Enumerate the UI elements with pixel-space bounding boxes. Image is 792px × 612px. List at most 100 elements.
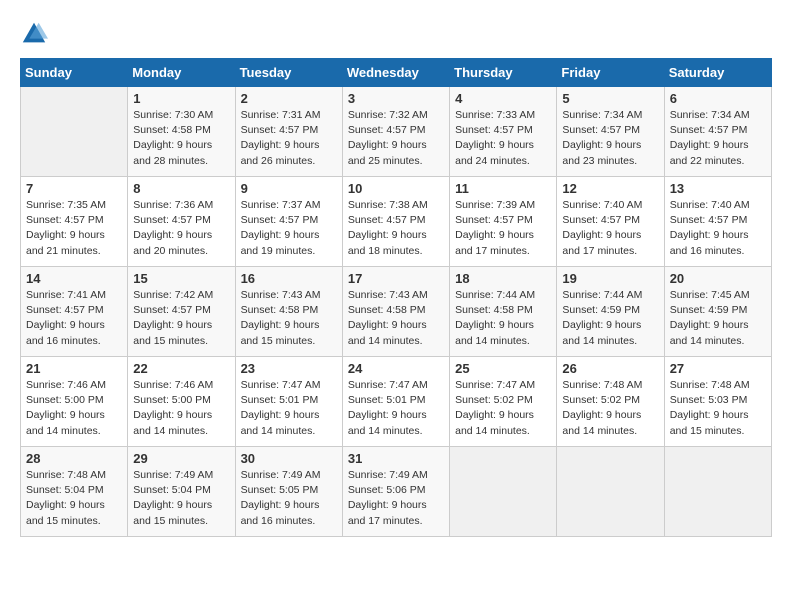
day-number: 18 [455, 271, 551, 286]
calendar-cell: 15 Sunrise: 7:42 AM Sunset: 4:57 PM Dayli… [128, 267, 235, 357]
day-number: 15 [133, 271, 229, 286]
day-info: Sunrise: 7:30 AM Sunset: 4:58 PM Dayligh… [133, 108, 229, 169]
calendar-header-tuesday: Tuesday [235, 59, 342, 87]
day-info: Sunrise: 7:44 AM Sunset: 4:59 PM Dayligh… [562, 288, 658, 349]
day-info: Sunrise: 7:40 AM Sunset: 4:57 PM Dayligh… [562, 198, 658, 259]
day-info: Sunrise: 7:41 AM Sunset: 4:57 PM Dayligh… [26, 288, 122, 349]
day-info: Sunrise: 7:47 AM Sunset: 5:01 PM Dayligh… [241, 378, 337, 439]
day-info: Sunrise: 7:33 AM Sunset: 4:57 PM Dayligh… [455, 108, 551, 169]
page-header [20, 20, 772, 48]
calendar-week-row: 28 Sunrise: 7:48 AM Sunset: 5:04 PM Dayli… [21, 447, 772, 537]
calendar-cell: 28 Sunrise: 7:48 AM Sunset: 5:04 PM Dayli… [21, 447, 128, 537]
calendar-cell: 14 Sunrise: 7:41 AM Sunset: 4:57 PM Dayli… [21, 267, 128, 357]
calendar-cell: 24 Sunrise: 7:47 AM Sunset: 5:01 PM Dayli… [342, 357, 449, 447]
day-number: 22 [133, 361, 229, 376]
calendar-body: 1Sunrise: 7:30 AM Sunset: 4:58 PM Daylig… [21, 87, 772, 537]
day-info: Sunrise: 7:49 AM Sunset: 5:06 PM Dayligh… [348, 468, 444, 529]
day-number: 2 [241, 91, 337, 106]
calendar-header-friday: Friday [557, 59, 664, 87]
day-info: Sunrise: 7:48 AM Sunset: 5:04 PM Dayligh… [26, 468, 122, 529]
calendar-cell: 5 Sunrise: 7:34 AM Sunset: 4:57 PM Daylig… [557, 87, 664, 177]
calendar-cell: 3Sunrise: 7:32 AM Sunset: 4:57 PM Daylig… [342, 87, 449, 177]
day-info: Sunrise: 7:48 AM Sunset: 5:03 PM Dayligh… [670, 378, 766, 439]
calendar-header-thursday: Thursday [450, 59, 557, 87]
calendar-week-row: 14 Sunrise: 7:41 AM Sunset: 4:57 PM Dayli… [21, 267, 772, 357]
day-number: 16 [241, 271, 337, 286]
logo [20, 20, 52, 48]
day-number: 26 [562, 361, 658, 376]
day-info: Sunrise: 7:43 AM Sunset: 4:58 PM Dayligh… [348, 288, 444, 349]
calendar-cell: 6 Sunrise: 7:34 AM Sunset: 4:57 PM Daylig… [664, 87, 771, 177]
day-number: 7 [26, 181, 122, 196]
day-number: 14 [26, 271, 122, 286]
day-info: Sunrise: 7:36 AM Sunset: 4:57 PM Dayligh… [133, 198, 229, 259]
calendar-cell: 13 Sunrise: 7:40 AM Sunset: 4:57 PM Dayli… [664, 177, 771, 267]
day-number: 23 [241, 361, 337, 376]
calendar-cell: 4 Sunrise: 7:33 AM Sunset: 4:57 PM Daylig… [450, 87, 557, 177]
day-info: Sunrise: 7:49 AM Sunset: 5:05 PM Dayligh… [241, 468, 337, 529]
day-number: 20 [670, 271, 766, 286]
day-info: Sunrise: 7:39 AM Sunset: 4:57 PM Dayligh… [455, 198, 551, 259]
calendar-cell [21, 87, 128, 177]
day-number: 21 [26, 361, 122, 376]
day-number: 10 [348, 181, 444, 196]
day-number: 17 [348, 271, 444, 286]
calendar-cell: 17 Sunrise: 7:43 AM Sunset: 4:58 PM Dayli… [342, 267, 449, 357]
calendar-cell: 16 Sunrise: 7:43 AM Sunset: 4:58 PM Dayli… [235, 267, 342, 357]
day-info: Sunrise: 7:35 AM Sunset: 4:57 PM Dayligh… [26, 198, 122, 259]
day-info: Sunrise: 7:43 AM Sunset: 4:58 PM Dayligh… [241, 288, 337, 349]
calendar-cell: 21 Sunrise: 7:46 AM Sunset: 5:00 PM Dayli… [21, 357, 128, 447]
calendar-header-row: SundayMondayTuesdayWednesdayThursdayFrid… [21, 59, 772, 87]
day-number: 30 [241, 451, 337, 466]
calendar-cell: 26 Sunrise: 7:48 AM Sunset: 5:02 PM Dayli… [557, 357, 664, 447]
day-info: Sunrise: 7:44 AM Sunset: 4:58 PM Dayligh… [455, 288, 551, 349]
calendar-cell: 20Sunrise: 7:45 AM Sunset: 4:59 PM Dayli… [664, 267, 771, 357]
day-info: Sunrise: 7:46 AM Sunset: 5:00 PM Dayligh… [26, 378, 122, 439]
calendar-cell: 29Sunrise: 7:49 AM Sunset: 5:04 PM Dayli… [128, 447, 235, 537]
day-number: 12 [562, 181, 658, 196]
calendar-cell: 18 Sunrise: 7:44 AM Sunset: 4:58 PM Dayli… [450, 267, 557, 357]
day-number: 4 [455, 91, 551, 106]
day-info: Sunrise: 7:47 AM Sunset: 5:01 PM Dayligh… [348, 378, 444, 439]
calendar-cell: 12 Sunrise: 7:40 AM Sunset: 4:57 PM Dayli… [557, 177, 664, 267]
day-number: 8 [133, 181, 229, 196]
day-number: 5 [562, 91, 658, 106]
calendar-week-row: 1Sunrise: 7:30 AM Sunset: 4:58 PM Daylig… [21, 87, 772, 177]
day-info: Sunrise: 7:34 AM Sunset: 4:57 PM Dayligh… [562, 108, 658, 169]
day-number: 19 [562, 271, 658, 286]
day-info: Sunrise: 7:42 AM Sunset: 4:57 PM Dayligh… [133, 288, 229, 349]
calendar-week-row: 21 Sunrise: 7:46 AM Sunset: 5:00 PM Dayli… [21, 357, 772, 447]
calendar-cell: 1Sunrise: 7:30 AM Sunset: 4:58 PM Daylig… [128, 87, 235, 177]
calendar-cell: 22Sunrise: 7:46 AM Sunset: 5:00 PM Dayli… [128, 357, 235, 447]
calendar-cell: 27Sunrise: 7:48 AM Sunset: 5:03 PM Dayli… [664, 357, 771, 447]
day-info: Sunrise: 7:47 AM Sunset: 5:02 PM Dayligh… [455, 378, 551, 439]
calendar-cell [450, 447, 557, 537]
day-number: 11 [455, 181, 551, 196]
day-info: Sunrise: 7:34 AM Sunset: 4:57 PM Dayligh… [670, 108, 766, 169]
logo-icon [20, 20, 48, 48]
day-info: Sunrise: 7:40 AM Sunset: 4:57 PM Dayligh… [670, 198, 766, 259]
calendar-cell: 11 Sunrise: 7:39 AM Sunset: 4:57 PM Dayli… [450, 177, 557, 267]
day-number: 31 [348, 451, 444, 466]
day-info: Sunrise: 7:38 AM Sunset: 4:57 PM Dayligh… [348, 198, 444, 259]
day-number: 28 [26, 451, 122, 466]
day-number: 24 [348, 361, 444, 376]
calendar-table: SundayMondayTuesdayWednesdayThursdayFrid… [20, 58, 772, 537]
day-info: Sunrise: 7:48 AM Sunset: 5:02 PM Dayligh… [562, 378, 658, 439]
calendar-cell [664, 447, 771, 537]
calendar-cell [557, 447, 664, 537]
calendar-cell: 19 Sunrise: 7:44 AM Sunset: 4:59 PM Dayli… [557, 267, 664, 357]
calendar-week-row: 7 Sunrise: 7:35 AM Sunset: 4:57 PM Daylig… [21, 177, 772, 267]
calendar-cell: 25 Sunrise: 7:47 AM Sunset: 5:02 PM Dayli… [450, 357, 557, 447]
calendar-cell: 2Sunrise: 7:31 AM Sunset: 4:57 PM Daylig… [235, 87, 342, 177]
calendar-header-saturday: Saturday [664, 59, 771, 87]
calendar-cell: 8 Sunrise: 7:36 AM Sunset: 4:57 PM Daylig… [128, 177, 235, 267]
day-number: 6 [670, 91, 766, 106]
calendar-cell: 31 Sunrise: 7:49 AM Sunset: 5:06 PM Dayli… [342, 447, 449, 537]
day-info: Sunrise: 7:49 AM Sunset: 5:04 PM Dayligh… [133, 468, 229, 529]
day-number: 25 [455, 361, 551, 376]
calendar-cell: 9Sunrise: 7:37 AM Sunset: 4:57 PM Daylig… [235, 177, 342, 267]
day-number: 13 [670, 181, 766, 196]
day-number: 9 [241, 181, 337, 196]
day-info: Sunrise: 7:32 AM Sunset: 4:57 PM Dayligh… [348, 108, 444, 169]
